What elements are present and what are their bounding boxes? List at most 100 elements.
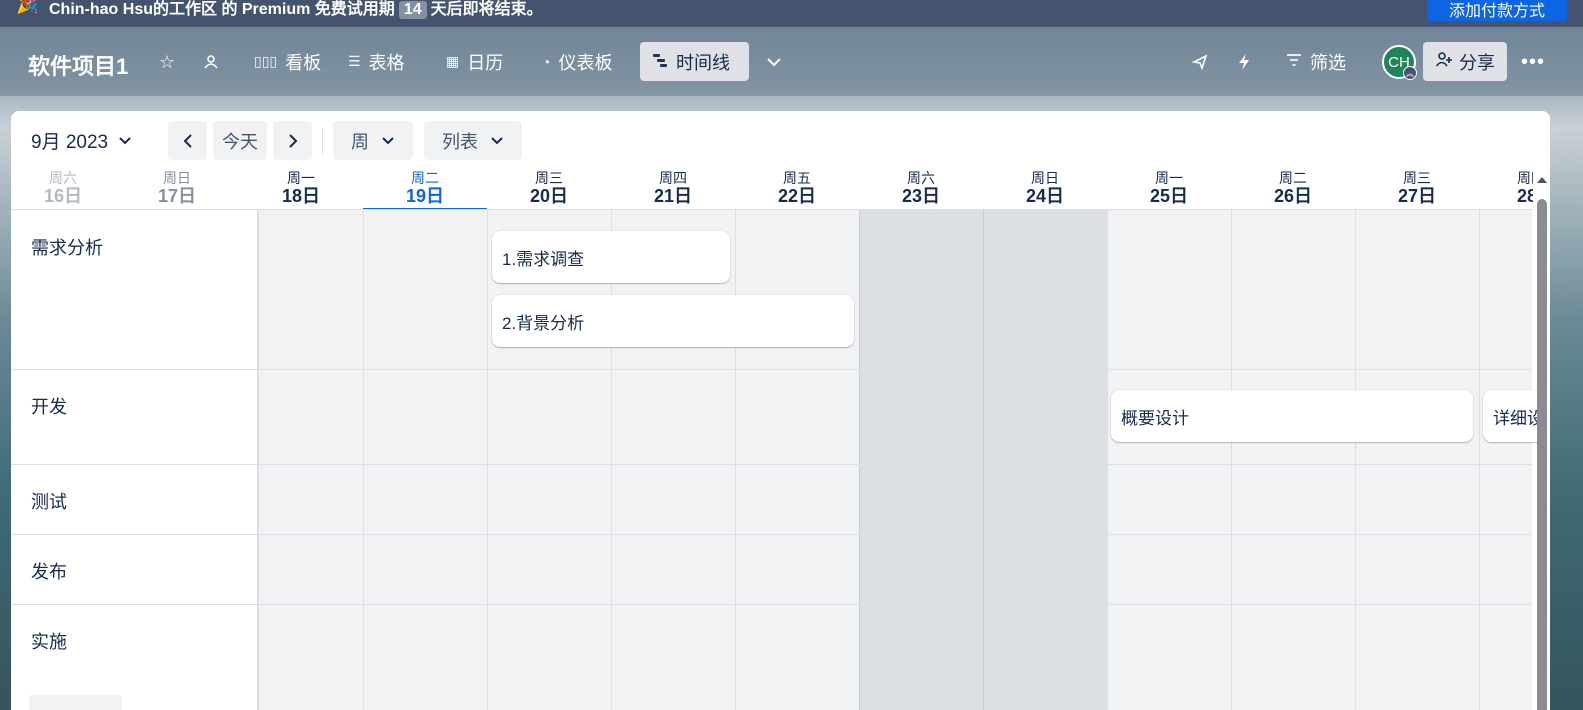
timeline-card[interactable]: 详细设计 [1483,390,1543,442]
board-icon: ▯▯▯ [254,53,278,69]
timeline-card[interactable]: 2.背景分析 [492,295,854,347]
more-icon[interactable]: ••• [1518,47,1548,77]
trial-banner: 🎉 Chin-hao Hsu的工作区 的 Premium 免费试用期 14 天后即将… [0,0,1583,27]
day-weekday: 周一 [287,170,315,186]
day-header: 周三 27日 [1355,169,1479,210]
group-by-selector[interactable]: 列表 [424,121,522,160]
calendar-icon: ▦ [446,53,460,69]
day-date: 26日 [1273,186,1313,206]
day-header: 周一 18日 [239,169,363,210]
share-button[interactable]: 分享 [1423,42,1507,81]
month-selector[interactable]: 9月 2023 [31,121,132,160]
day-column[interactable] [611,210,735,710]
day-date: 27日 [1397,186,1437,206]
day-column[interactable] [258,210,363,710]
day-column-weekend[interactable] [859,210,983,710]
range-label: 周 [351,131,369,152]
share-label: 分享 [1459,52,1495,73]
day-weekday: 周六 [907,170,935,186]
today-button[interactable]: 今天 [213,121,267,160]
day-header: 周日 17日 [115,169,239,210]
list-label: 需求分析 [31,238,103,258]
timeline-panel: 9月 2023 今天 周 列表 周六 16日 周日 17日 周一 18日 周二 19日 … [11,111,1550,710]
day-weekday: 周日 [163,170,191,186]
trial-message: Chin-hao Hsu的工作区 的 Premium 免费试用期 14 天后即将结束… [49,0,543,19]
day-weekday: 周日 [1031,170,1059,186]
chevron-down-icon [119,136,131,144]
day-column-weekend[interactable] [983,210,1107,710]
day-weekday: 周三 [1403,170,1431,186]
filter-label: 筛选 [1310,52,1346,73]
day-weekday: 周二 [411,170,439,186]
day-date: 18日 [281,186,321,206]
tab-dashboard[interactable]: ◔ 仪表板 [530,42,624,81]
day-weekday: 周一 [1155,170,1183,186]
day-header: 周五 22日 [735,169,859,210]
day-column[interactable] [487,210,611,710]
add-list-button[interactable] [29,695,122,710]
filter-icon [1286,53,1302,70]
avatar[interactable]: CH ︽ [1382,45,1417,80]
day-date: 24日 [1025,186,1065,206]
filter-button[interactable]: 筛选 [1274,42,1358,81]
previous-button[interactable] [168,121,207,160]
day-column[interactable] [363,210,487,710]
day-date: 28日 [1517,186,1533,206]
trial-days-badge: 14 [398,1,427,19]
day-column[interactable] [735,210,859,710]
row-divider [11,369,1532,370]
day-header: 周四 21日 [611,169,735,210]
day-date: 20日 [529,186,569,206]
vertical-scrollbar[interactable] [1535,169,1549,710]
automation-icon[interactable] [1229,47,1259,77]
chevron-down-icon [382,136,394,144]
day-column[interactable] [1231,210,1355,710]
chevron-down-icon[interactable] [759,47,789,77]
day-weekday: 周二 [1279,170,1307,186]
star-icon[interactable]: ☆ [152,47,182,77]
next-button[interactable] [273,121,312,160]
day-weekday: 周四 [659,170,687,186]
day-header: 周四28日 [1479,169,1533,210]
day-column[interactable] [1355,210,1479,710]
list-label: 开发 [31,397,67,417]
scroll-up-icon[interactable] [1537,177,1547,183]
day-header: 周一 25日 [1107,169,1231,210]
board-title[interactable]: 软件项目1 [28,49,128,81]
row-divider [11,464,1532,465]
day-column[interactable] [1107,210,1231,710]
list-label: 测试 [31,492,67,512]
day-date: 25日 [1149,186,1189,206]
party-popper-icon: 🎉 [16,0,39,14]
day-header: 周六 23日 [859,169,983,210]
tab-board[interactable]: ▯▯▯ 看板 [242,42,333,81]
row-divider [11,534,1532,535]
day-date: 21日 [653,186,693,206]
range-selector[interactable]: 周 [333,121,413,160]
day-date: 22日 [777,186,817,206]
list-label: 发布 [31,562,67,582]
add-member-icon [1435,50,1453,73]
day-header: 周二 26日 [1231,169,1355,210]
tab-board-label: 看板 [285,52,322,73]
workspace-visibility-icon[interactable] [196,47,226,77]
add-payment-button[interactable]: 添加付款方式 [1427,0,1567,21]
day-date: 17日 [157,186,197,206]
timeline-toolbar: 9月 2023 今天 周 列表 [11,111,1550,169]
day-header: 周日 24日 [983,169,1107,210]
tab-table[interactable]: ☰ 表格 [336,42,417,81]
day-header-today: 周二 19日 [363,169,487,210]
table-icon: ☰ [348,53,361,69]
month-label: 9月 2023 [31,132,109,153]
timeline-card[interactable]: 1.需求调查 [492,231,730,283]
day-column[interactable] [1479,210,1532,710]
tab-timeline[interactable]: 时间线 [640,42,749,81]
tab-calendar[interactable]: ▦ 日历 [434,42,515,81]
chevron-left-icon [183,133,192,148]
scrollbar-thumb[interactable] [1537,199,1547,710]
timeline-card[interactable]: 概要设计 [1111,390,1473,442]
power-ups-icon[interactable] [1185,47,1215,77]
tab-calendar-label: 日历 [467,52,504,73]
timeline-icon [652,52,668,71]
chevron-right-icon [288,133,297,148]
